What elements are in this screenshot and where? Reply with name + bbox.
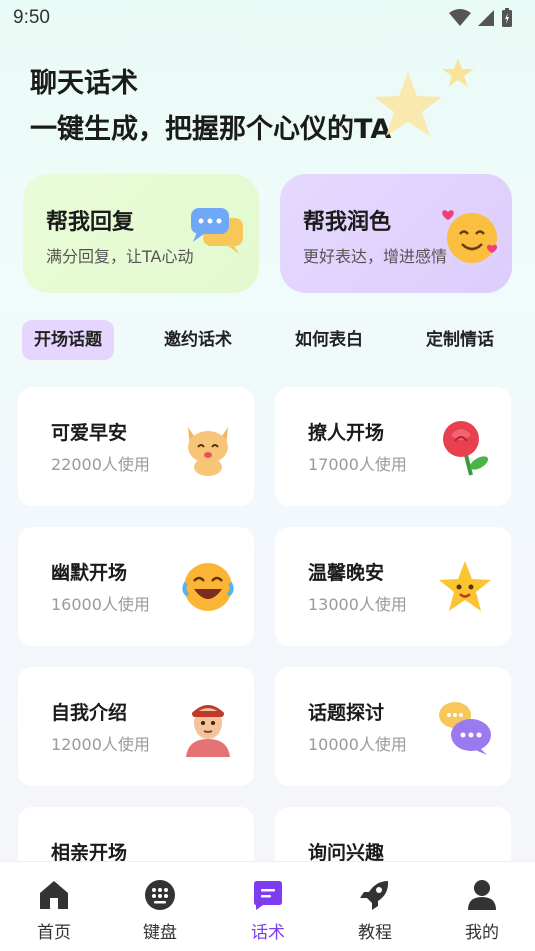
nav-profile[interactable]: 我的 [447,878,517,943]
status-time: 9:50 [13,7,50,28]
nav-tutorial[interactable]: 教程 [340,878,410,943]
help-polish-title: 帮我润色 [303,210,392,235]
card-title: 温馨晚安 [308,562,385,584]
card-title: 可爱早安 [51,422,128,444]
stars-decoration-icon [374,58,474,136]
speech-bubbles-icon [439,702,491,755]
bottom-nav: 首页 键盘 话术 教程 我的 [0,861,535,951]
wifi-icon [449,9,471,26]
star-face-icon [439,561,491,611]
keyboard-icon [145,880,175,910]
help-polish-desc: 更好表达，增进感情 [303,247,448,266]
nav-home-label: 首页 [37,923,71,943]
battery-icon [502,8,512,27]
tab-confession[interactable]: 如何表白 [295,320,363,360]
help-reply-title: 帮我回复 [46,210,135,235]
card-self-intro[interactable]: 自我介绍 12000人使用 [18,667,254,786]
nav-scripts-label: 话术 [251,923,285,943]
card-flirty-opening[interactable]: 撩人开场 17000人使用 [275,387,511,506]
card-title: 话题探讨 [308,702,385,724]
card-usage: 10000人使用 [308,735,407,754]
smiling-face-hearts-icon [442,210,498,263]
card-title: 幽默开场 [51,562,128,584]
card-title: 自我介绍 [51,702,128,724]
nav-keyboard[interactable]: 键盘 [125,878,195,943]
page-subtitle: 一键生成，把握那个心仪的TA [30,114,392,145]
page-title: 聊天话术 [30,68,138,99]
help-reply-desc: 满分回复，让TA心动 [46,247,194,266]
rocket-icon [360,881,389,910]
status-bar: 9:50 [0,0,535,36]
chat-bubbles-icon [191,208,243,254]
card-usage: 12000人使用 [51,735,150,754]
card-usage: 13000人使用 [308,595,407,614]
rose-icon [443,421,489,476]
card-title: 撩人开场 [308,422,385,444]
nav-home[interactable]: 首页 [19,878,89,943]
card-humorous-opening[interactable]: 幽默开场 16000人使用 [18,527,254,646]
laughing-face-icon [182,563,234,611]
person-icon [186,705,230,757]
card-usage: 22000人使用 [51,455,150,474]
cute-cat-icon [188,427,228,476]
help-polish-card[interactable]: 帮我润色 更好表达，增进感情 [280,174,512,293]
nav-scripts[interactable]: 话术 [233,878,303,943]
tab-invitation[interactable]: 邀约话术 [164,320,232,360]
help-reply-card[interactable]: 帮我回复 满分回复，让TA心动 [23,174,259,293]
status-icons [449,8,513,28]
profile-icon [468,880,496,910]
card-usage: 17000人使用 [308,455,407,474]
card-usage: 16000人使用 [51,595,150,614]
tab-opening-topics[interactable]: 开场话题 [22,320,114,360]
card-topic-discussion[interactable]: 话题探讨 10000人使用 [275,667,511,786]
nav-profile-label: 我的 [465,923,499,943]
card-warm-goodnight[interactable]: 温馨晚安 13000人使用 [275,527,511,646]
tab-custom-love-words[interactable]: 定制情话 [426,320,494,360]
home-icon [40,881,68,909]
hero-section: 聊天话术 一键生成，把握那个心仪的TA [30,66,391,148]
nav-keyboard-label: 键盘 [143,923,177,943]
category-tabs: 开场话题 邀约话术 如何表白 定制情话 [0,320,535,360]
nav-tutorial-label: 教程 [358,923,392,943]
message-icon [254,881,282,910]
card-cute-morning[interactable]: 可爱早安 22000人使用 [18,387,254,506]
signal-icon [478,10,494,26]
